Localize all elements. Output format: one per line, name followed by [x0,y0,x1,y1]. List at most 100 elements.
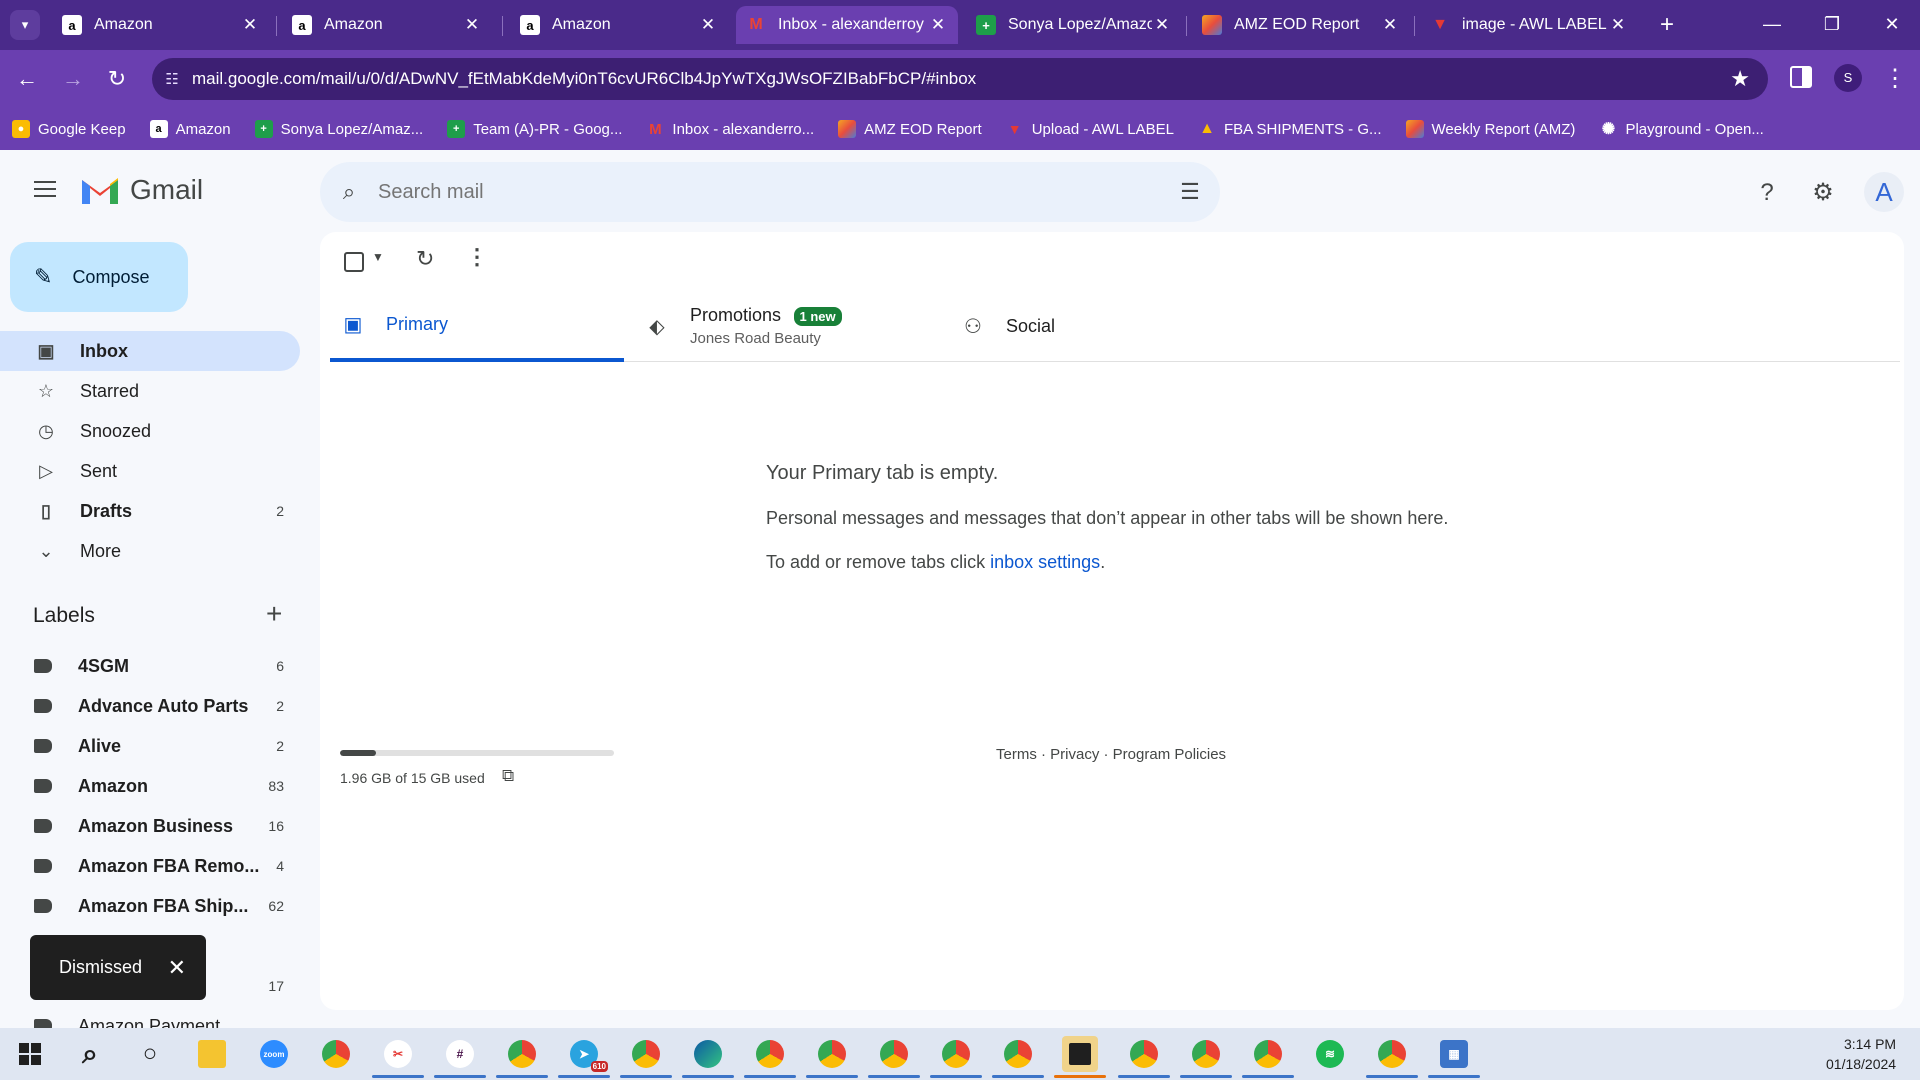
label-item[interactable]: Amazon FBA Ship... 62 [0,886,300,926]
close-icon[interactable]: ✕ [928,15,948,35]
sticky-notes-icon[interactable] [1054,1036,1106,1078]
browser-menu-icon[interactable]: ⋮ [1882,62,1908,96]
bookmark-item[interactable]: AMZ EOD Report [838,120,982,138]
browser-tab[interactable]: AMZ EOD Report ✕ [1192,6,1410,44]
bookmark-item[interactable]: ▲ FBA SHIPMENTS - G... [1198,120,1381,138]
search-bar[interactable]: ⌕ ☰ [320,162,1220,222]
chrome-profile-icon[interactable] [992,1036,1044,1078]
chrome-profile-icon[interactable] [868,1036,920,1078]
cortana-icon[interactable]: ○ [132,1036,168,1072]
chrome-profile-icon[interactable] [806,1036,858,1078]
chrome-profile-icon[interactable] [620,1036,672,1078]
url-text[interactable]: mail.google.com/mail/u/0/d/ADwNV_fEtMabK… [192,69,976,89]
window-close-button[interactable]: ✕ [1872,8,1912,40]
select-dropdown-icon[interactable]: ▼ [372,250,384,264]
more-options-icon[interactable]: ⋮ [466,244,488,270]
search-icon[interactable]: ⌕ [320,179,378,205]
account-avatar[interactable]: A [1864,172,1904,212]
slack-icon[interactable]: # [434,1036,486,1078]
windows-start-icon[interactable] [12,1036,48,1072]
settings-gear-icon[interactable]: ⚙ [1808,178,1838,208]
label-item[interactable]: 4SGM 6 [0,646,300,686]
chrome-profile-icon[interactable] [1366,1036,1418,1078]
zoom-icon[interactable]: zoom [256,1036,292,1072]
browser-tab[interactable]: a Amazon ✕ [510,6,728,44]
omnibox[interactable]: ☷ mail.google.com/mail/u/0/d/ADwNV_fEtMa… [152,58,1768,100]
close-icon[interactable]: ✕ [240,15,260,35]
nav-item-more[interactable]: ⌄ More [0,531,300,571]
browser-tab[interactable]: a Amazon ✕ [282,6,492,44]
open-external-icon[interactable]: ⧉ [502,766,514,786]
add-label-icon[interactable]: + [266,598,282,630]
chrome-icon[interactable] [318,1036,354,1072]
search-icon[interactable]: ⌕ [72,1036,108,1072]
chrome-profile-icon[interactable] [930,1036,982,1078]
close-icon[interactable]: ✕ [1608,15,1628,35]
close-icon[interactable]: ✕ [1152,15,1172,35]
bookmark-item[interactable]: + Sonya Lopez/Amaz... [254,120,423,138]
inbox-settings-link[interactable]: inbox settings [990,552,1100,572]
snipping-tool-icon[interactable]: ✂ [372,1036,424,1078]
compose-button[interactable]: ✎ Compose [10,242,188,312]
browser-tab[interactable]: + Sonya Lopez/Amazon ✕ [966,6,1182,44]
browser-tab[interactable]: ▼ image - AWL LABEL ✕ [1420,6,1638,44]
tab-social[interactable]: ⚇ Social [962,290,1256,362]
chrome-profile-icon[interactable] [496,1036,548,1078]
label-item[interactable]: Advance Auto Parts 2 [0,686,300,726]
calculator-icon[interactable]: ▦ [1428,1036,1480,1078]
new-tab-button[interactable]: + [1652,10,1682,40]
close-icon[interactable]: ✕ [1380,15,1400,35]
forward-button[interactable]: → [56,62,90,96]
search-options-icon[interactable]: ☰ [1160,179,1220,205]
chrome-profile-icon[interactable] [1180,1036,1232,1078]
select-all-checkbox[interactable] [344,252,364,272]
bookmark-item[interactable]: M Inbox - alexanderro... [646,120,814,138]
side-panel-icon[interactable] [1790,66,1812,88]
label-item[interactable]: Amazon Business 16 [0,806,300,846]
nav-item-snoozed[interactable]: ◷ Snoozed [0,411,300,451]
nav-item-starred[interactable]: ☆ Starred [0,371,300,411]
nav-item-sent[interactable]: ▷ Sent [0,451,300,491]
restore-button[interactable]: ❐ [1812,8,1852,40]
nav-item-inbox[interactable]: ▣ Inbox [0,331,300,371]
browser-profile-avatar[interactable]: S [1834,64,1862,92]
help-icon[interactable]: ? [1752,178,1782,208]
close-icon[interactable]: ✕ [698,15,718,35]
file-explorer-icon[interactable] [194,1036,230,1072]
bookmark-item[interactable]: ✺ Playground - Open... [1599,120,1764,139]
spotify-icon[interactable]: ≋ [1312,1036,1348,1072]
telegram-icon[interactable]: ➤ 610 [558,1036,610,1078]
close-icon[interactable]: ✕ [168,955,186,981]
minimize-button[interactable]: — [1752,8,1792,40]
close-icon[interactable]: ✕ [462,15,482,35]
tab-search-button[interactable]: ▾ [10,10,40,40]
taskbar-clock[interactable]: 3:14 PM 01/18/2024 [1826,1034,1896,1074]
browser-tab[interactable]: a Amazon ✕ [52,6,270,44]
reload-button[interactable]: ↻ [100,62,134,96]
label-item[interactable]: Amazon 83 [0,766,300,806]
bookmark-star-icon[interactable]: ★ [1730,66,1750,92]
back-button[interactable]: ← [10,62,44,96]
site-info-icon[interactable]: ☷ [152,70,192,88]
nav-item-drafts[interactable]: ▯ Drafts 2 [0,491,300,531]
refresh-icon[interactable]: ↻ [416,246,434,272]
main-menu-icon[interactable] [28,176,62,210]
bookmark-item[interactable]: Weekly Report (AMZ) [1405,120,1575,138]
chrome-profile-icon[interactable] [1242,1036,1294,1078]
bookmark-item[interactable]: + Team (A)-PR - Goog... [447,120,622,138]
bookmark-item[interactable]: ▼ Upload - AWL LABEL [1006,120,1174,138]
chrome-profile-icon[interactable] [744,1036,796,1078]
edge-icon[interactable] [682,1036,734,1078]
tab-promotions[interactable]: ⬖ Promotions 1 new Jones Road Beauty [646,290,940,362]
footer-links[interactable]: Terms · Privacy · Program Policies [996,746,1226,763]
label-item[interactable]: Amazon FBA Remo... 4 [0,846,300,886]
chrome-profile-icon[interactable] [1118,1036,1170,1078]
search-input[interactable] [378,180,1160,204]
gmail-logo[interactable]: Gmail [80,174,203,206]
browser-tab-active[interactable]: M Inbox - alexanderroy ✕ [736,6,958,44]
label-item[interactable]: Alive 2 [0,726,300,766]
label-item[interactable]: Amazon Payment [0,1006,300,1028]
tab-primary[interactable]: ▣ Primary [330,290,624,362]
bookmark-item[interactable]: ● Google Keep [12,120,126,138]
bookmark-item[interactable]: a Amazon [149,120,231,138]
